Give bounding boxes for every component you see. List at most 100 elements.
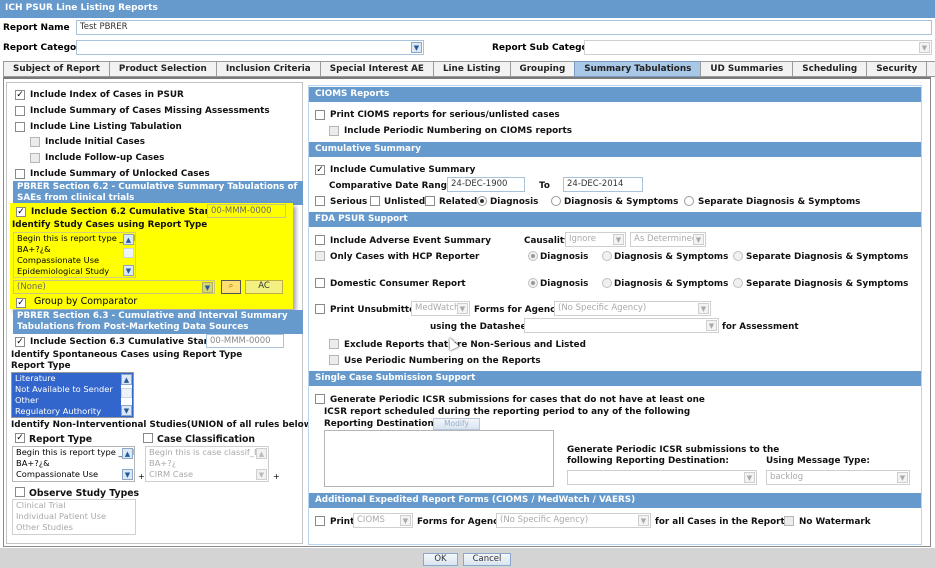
- list-item[interactable]: Regulatory Authority: [12, 406, 133, 417]
- message-type-select[interactable]: backlog ▼: [766, 470, 910, 485]
- scroll-thumb[interactable]: [123, 248, 134, 258]
- study-filter-select[interactable]: (None) ▼: [13, 280, 215, 294]
- list-item[interactable]: Compassionate Use: [13, 469, 134, 480]
- include-line-listing-checkbox[interactable]: [15, 122, 25, 132]
- include-section-6-2-checkbox[interactable]: ✓: [16, 207, 26, 217]
- additional-form-select[interactable]: CIOMS ▼: [353, 513, 413, 528]
- list-item[interactable]: Other: [12, 395, 133, 406]
- list-item[interactable]: Literature: [12, 373, 133, 384]
- print-unsubmitted-checkbox[interactable]: [315, 304, 325, 314]
- domestic-separate-radio[interactable]: [733, 278, 743, 288]
- cumulative-diagnosis-radio[interactable]: [477, 196, 487, 206]
- serious-checkbox[interactable]: [315, 196, 325, 206]
- periodic-numbering-checkbox[interactable]: [329, 355, 339, 365]
- include-section-6-3-checkbox[interactable]: ✓: [15, 337, 25, 347]
- tab-special-interest-ae[interactable]: Special Interest AE: [319, 61, 433, 77]
- scroll-up-icon[interactable]: ▲: [121, 374, 132, 385]
- list-item[interactable]: Epidemiological Study: [14, 266, 135, 277]
- comparative-from-date[interactable]: 24-DEC-1900: [447, 177, 525, 192]
- list-item[interactable]: BA+?¿&: [13, 458, 134, 469]
- ac-button[interactable]: AC: [245, 280, 283, 294]
- list-item[interactable]: Individual Patient Use: [13, 511, 135, 522]
- cumulative-separate-radio[interactable]: [684, 196, 694, 206]
- determined-select[interactable]: As Determined ▼: [630, 232, 706, 247]
- scroll-up-icon[interactable]: ▲: [123, 234, 134, 245]
- cioms-periodic-checkbox[interactable]: [329, 126, 339, 136]
- unlisted-checkbox[interactable]: [370, 196, 380, 206]
- list-item[interactable]: Clinical Trial: [13, 500, 135, 511]
- scroll-thumb[interactable]: [121, 388, 132, 398]
- tab-subject-of-report[interactable]: Subject of Report: [3, 61, 109, 77]
- list-item[interactable]: Begin this is case classif_EN: [146, 447, 268, 458]
- unsubmitted-agency-select[interactable]: (No Specific Agency) ▼: [554, 301, 711, 316]
- report-category-select[interactable]: ▼: [76, 40, 424, 55]
- include-initial-cases-checkbox[interactable]: [30, 137, 40, 147]
- tab-product-selection[interactable]: Product Selection: [108, 61, 216, 77]
- scroll-up-icon[interactable]: ▲: [256, 448, 267, 459]
- list-item[interactable]: BA+?¿: [146, 458, 268, 469]
- case-classification-checkbox[interactable]: [143, 433, 153, 443]
- scrollbar[interactable]: ▲ ▼: [122, 448, 133, 480]
- comparative-to-date[interactable]: 24-DEC-2014: [563, 177, 643, 192]
- ni-report-type-checkbox[interactable]: ✓: [15, 433, 25, 443]
- list-item[interactable]: Compassionate Use: [14, 255, 135, 266]
- cancel-button[interactable]: Cancel: [463, 553, 511, 566]
- ni-report-type-list[interactable]: Begin this is report type _EN BA+?¿& Com…: [12, 446, 135, 482]
- include-cumulative-checkbox[interactable]: ✓: [315, 165, 325, 175]
- observe-study-types-checkbox[interactable]: [15, 487, 25, 497]
- hcp-checkbox[interactable]: [315, 251, 325, 261]
- generate-periodic-checkbox[interactable]: [315, 394, 325, 404]
- hcp-diag-symptoms-radio[interactable]: [602, 251, 612, 261]
- causality-select[interactable]: Ignore ▼: [565, 232, 626, 247]
- tab-inclusion-criteria[interactable]: Inclusion Criteria: [215, 61, 320, 77]
- tab-templates[interactable]: Templates: [926, 61, 935, 77]
- hcp-separate-radio[interactable]: [733, 251, 743, 261]
- tab-grouping[interactable]: Grouping: [509, 61, 575, 77]
- list-item[interactable]: Other Studies: [13, 522, 135, 533]
- tab-scheduling[interactable]: Scheduling: [792, 61, 867, 77]
- scroll-up-icon[interactable]: ▲: [122, 448, 133, 459]
- scroll-down-icon[interactable]: ▼: [122, 469, 133, 480]
- scroll-down-icon[interactable]: ▼: [121, 405, 132, 416]
- case-classification-list[interactable]: Begin this is case classif_EN BA+?¿ CIRM…: [145, 446, 269, 482]
- list-item[interactable]: BA+?¿&: [14, 244, 135, 255]
- report-name-input[interactable]: Test PBRER: [76, 20, 932, 35]
- study-report-type-list[interactable]: Begin this is report type _EN BA+?¿& Com…: [13, 232, 136, 278]
- unsubmitted-form-select[interactable]: MedWatch ▼: [411, 301, 470, 316]
- tab-ud-summaries[interactable]: UD Summaries: [700, 61, 793, 77]
- include-index-checkbox[interactable]: ✓: [15, 90, 25, 100]
- tab-line-listing[interactable]: Line Listing: [432, 61, 510, 77]
- additional-agency-select[interactable]: (No Specific Agency) ▼: [496, 513, 651, 528]
- scrollbar[interactable]: ▲ ▼: [121, 374, 132, 416]
- no-watermark-checkbox[interactable]: [784, 516, 794, 526]
- scroll-down-icon[interactable]: ▼: [123, 265, 134, 276]
- ok-button[interactable]: OK: [423, 553, 458, 566]
- include-unlocked-checkbox[interactable]: [15, 169, 25, 179]
- include-missing-assessments-checkbox[interactable]: [15, 106, 25, 116]
- tab-summary-tabulations[interactable]: Summary Tabulations: [574, 61, 701, 77]
- hcp-diagnosis-radio[interactable]: [528, 251, 538, 261]
- print-additional-checkbox[interactable]: [315, 516, 325, 526]
- domestic-diag-symptoms-radio[interactable]: [602, 278, 612, 288]
- scroll-down-icon[interactable]: ▼: [256, 469, 267, 480]
- exclude-nonserious-checkbox[interactable]: [329, 339, 339, 349]
- datasheet-select[interactable]: ▼: [524, 318, 719, 333]
- print-cioms-checkbox[interactable]: [315, 110, 325, 120]
- scrollbar[interactable]: ▲ ▼: [123, 234, 134, 276]
- domestic-checkbox[interactable]: [315, 278, 325, 288]
- reporting-destinations-list[interactable]: [324, 430, 554, 487]
- list-item[interactable]: Not Available to Sender: [12, 384, 133, 395]
- study-types-list[interactable]: Clinical Trial Individual Patient Use Ot…: [12, 499, 136, 535]
- include-followup-cases-checkbox[interactable]: [30, 153, 40, 163]
- scrollbar[interactable]: ▲ ▼: [256, 448, 267, 480]
- modify-button[interactable]: Modify: [433, 418, 480, 430]
- group-by-comparator-checkbox[interactable]: ✓: [16, 298, 26, 308]
- list-item[interactable]: Begin this is report type _EN: [14, 233, 135, 244]
- list-item[interactable]: Begin this is report type _EN: [13, 447, 134, 458]
- domestic-diagnosis-radio[interactable]: [528, 278, 538, 288]
- ae-summary-checkbox[interactable]: [315, 235, 325, 245]
- related-checkbox[interactable]: [425, 196, 435, 206]
- list-item[interactable]: CIRM Case: [146, 469, 268, 480]
- cumulative-diag-symptoms-radio[interactable]: [551, 196, 561, 206]
- section-6-3-start-date[interactable]: 00-MMM-0000: [206, 334, 284, 348]
